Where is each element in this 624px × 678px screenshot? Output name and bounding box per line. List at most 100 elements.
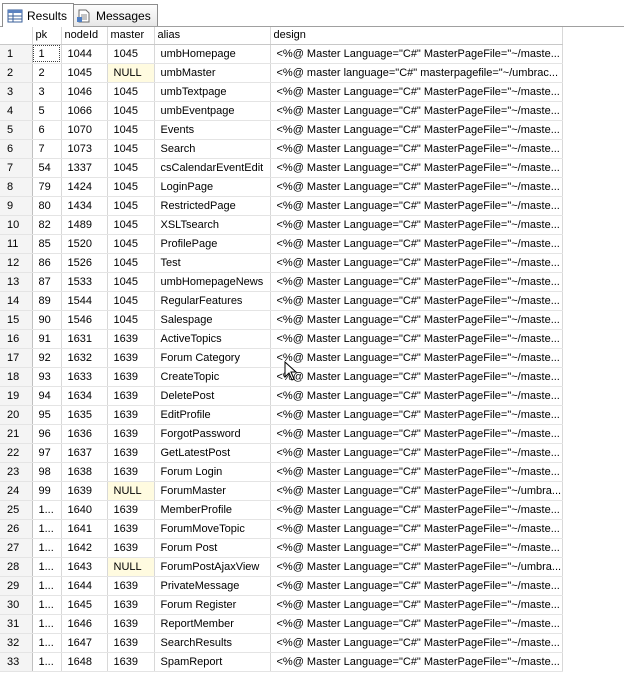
cell-alias[interactable]: csCalendarEventEdit [154,158,271,178]
cell-design[interactable]: <%@ Master Language="C#" MasterPageFile=… [270,272,563,292]
cell-master[interactable]: 1639 [107,386,155,406]
cell-nodeid[interactable]: 1637 [61,443,108,463]
cell-design[interactable]: <%@ Master Language="C#" MasterPageFile=… [270,291,563,311]
cell-alias[interactable]: RegularFeatures [154,291,271,311]
cell-nodeid[interactable]: 1073 [61,139,108,159]
cell-design[interactable]: <%@ Master Language="C#" MasterPageFile=… [270,386,563,406]
cell-master[interactable]: 1045 [107,310,155,330]
cell-nodeid[interactable]: 1533 [61,272,108,292]
cell-pk[interactable]: 96 [32,424,62,444]
table-row[interactable]: 1 1 1044 1045 umbHomepage <%@ Master Language… [0,44,563,64]
cell-nodeid[interactable]: 1638 [61,462,108,482]
cell-pk[interactable]: 85 [32,234,62,254]
cell-master[interactable]: 1045 [107,101,155,121]
table-row[interactable]: 3 3 1046 1045 umbTextpage <%@ Master Language… [0,82,563,102]
cell-alias[interactable]: ForumMoveTopic [154,519,271,539]
cell-master[interactable]: 1639 [107,595,155,615]
row-number[interactable]: 28 [0,557,33,577]
cell-master[interactable]: 1639 [107,576,155,596]
row-number[interactable]: 32 [0,633,33,653]
cell-alias[interactable]: umbTextpage [154,82,271,102]
cell-pk[interactable]: 54 [32,158,62,178]
results-grid[interactable]: pk nodeId master alias design 1 1 1044 1045… [0,27,624,678]
cell-nodeid[interactable]: 1070 [61,120,108,140]
cell-alias[interactable]: SpamReport [154,652,271,672]
row-number[interactable]: 7 [0,158,33,178]
cell-design[interactable]: <%@ Master Language="C#" MasterPageFile=… [270,443,563,463]
cell-pk[interactable]: 82 [32,215,62,235]
table-row[interactable]: 12 86 1526 1045 Test <%@ Master Language="C#"… [0,253,563,273]
cell-nodeid[interactable]: 1544 [61,291,108,311]
cell-master[interactable]: 1045 [107,82,155,102]
table-row[interactable]: 14 89 1544 1045 RegularFeatures <%@ Master La… [0,291,563,311]
cell-pk[interactable]: 93 [32,367,62,387]
cell-pk[interactable]: 2 [32,63,62,83]
row-number[interactable]: 13 [0,272,33,292]
cell-pk[interactable]: 1... [32,614,62,634]
table-row[interactable]: 33 1... 1648 1639 SpamReport <%@ Master Langu… [0,652,563,672]
cell-nodeid[interactable]: 1631 [61,329,108,349]
cell-alias[interactable]: ReportMember [154,614,271,634]
table-row[interactable]: 2 2 1045 NULL umbMaster <%@ master language="… [0,63,563,83]
table-row[interactable]: 21 96 1636 1639 ForgotPassword <%@ Master Lan… [0,424,563,444]
cell-pk[interactable]: 79 [32,177,62,197]
cell-design[interactable]: <%@ Master Language="C#" MasterPageFile=… [270,633,563,653]
row-number[interactable]: 27 [0,538,33,558]
cell-pk[interactable]: 6 [32,120,62,140]
column-header-alias[interactable]: alias [154,27,271,45]
cell-nodeid[interactable]: 1634 [61,386,108,406]
cell-nodeid[interactable]: 1066 [61,101,108,121]
cell-design[interactable]: <%@ Master Language="C#" MasterPageFile=… [270,158,563,178]
cell-nodeid[interactable]: 1633 [61,367,108,387]
row-number[interactable]: 25 [0,500,33,520]
cell-master[interactable]: 1639 [107,614,155,634]
row-number[interactable]: 4 [0,101,33,121]
row-number[interactable]: 21 [0,424,33,444]
cell-alias[interactable]: Forum Login [154,462,271,482]
cell-design[interactable]: <%@ Master Language="C#" MasterPageFile=… [270,253,563,273]
cell-design[interactable]: <%@ master language="C#" masterpagefile=… [270,63,563,83]
cell-pk[interactable]: 1... [32,538,62,558]
cell-nodeid[interactable]: 1635 [61,405,108,425]
table-row[interactable]: 16 91 1631 1639 ActiveTopics <%@ Master Langu… [0,329,563,349]
cell-alias[interactable]: SearchResults [154,633,271,653]
table-row[interactable]: 19 94 1634 1639 DeletePost <%@ Master Languag… [0,386,563,406]
cell-alias[interactable]: GetLatestPost [154,443,271,463]
cell-design[interactable]: <%@ Master Language="C#" MasterPageFile=… [270,120,563,140]
cell-design[interactable]: <%@ Master Language="C#" MasterPageFile=… [270,234,563,254]
cell-alias[interactable]: Forum Register [154,595,271,615]
row-number[interactable]: 22 [0,443,33,463]
row-number[interactable]: 10 [0,215,33,235]
cell-design[interactable]: <%@ Master Language="C#" MasterPageFile=… [270,101,563,121]
cell-alias[interactable]: Forum Post [154,538,271,558]
cell-pk[interactable]: 91 [32,329,62,349]
cell-design[interactable]: <%@ Master Language="C#" MasterPageFile=… [270,367,563,387]
row-number[interactable]: 6 [0,139,33,159]
table-row[interactable]: 29 1... 1644 1639 PrivateMessage <%@ Master L… [0,576,563,596]
cell-alias[interactable]: Forum Category [154,348,271,368]
cell-pk[interactable]: 1... [32,519,62,539]
cell-alias[interactable]: Search [154,139,271,159]
cell-design[interactable]: <%@ Master Language="C#" MasterPageFile=… [270,614,563,634]
cell-master[interactable]: 1639 [107,367,155,387]
cell-nodeid[interactable]: 1546 [61,310,108,330]
table-row[interactable]: 20 95 1635 1639 EditProfile <%@ Master Langua… [0,405,563,425]
table-row[interactable]: 18 93 1633 1639 CreateTopic <%@ Master Langua… [0,367,563,387]
row-number[interactable]: 30 [0,595,33,615]
cell-alias[interactable]: ProfilePage [154,234,271,254]
row-number[interactable]: 29 [0,576,33,596]
cell-master[interactable]: NULL [107,63,155,83]
cell-pk[interactable]: 80 [32,196,62,216]
cell-nodeid[interactable]: 1640 [61,500,108,520]
cell-master[interactable]: 1639 [107,348,155,368]
cell-nodeid[interactable]: 1644 [61,576,108,596]
cell-pk[interactable]: 87 [32,272,62,292]
cell-design[interactable]: <%@ Master Language="C#" MasterPageFile=… [270,348,563,368]
cell-design[interactable]: <%@ Master Language="C#" MasterPageFile=… [270,44,563,64]
row-number[interactable]: 18 [0,367,33,387]
table-row[interactable]: 8 79 1424 1045 LoginPage <%@ Master Language=… [0,177,563,197]
cell-pk[interactable]: 97 [32,443,62,463]
cell-alias[interactable]: LoginPage [154,177,271,197]
table-row[interactable]: 6 7 1073 1045 Search <%@ Master Language="C#"… [0,139,563,159]
cell-master[interactable]: 1639 [107,462,155,482]
